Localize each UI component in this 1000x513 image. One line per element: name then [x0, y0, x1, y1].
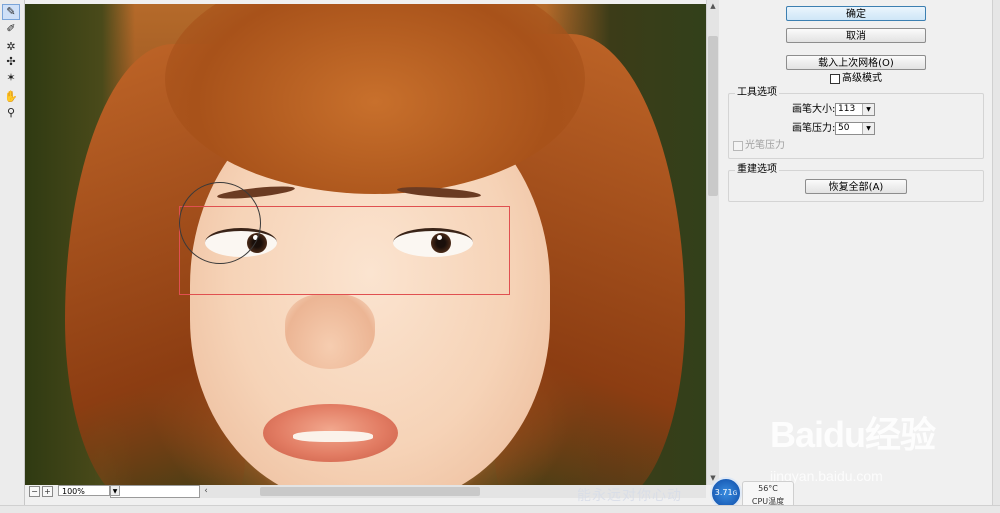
panel-edge	[992, 0, 1000, 505]
preview-canvas[interactable]	[25, 4, 706, 485]
brush-pressure-value: 50	[838, 123, 850, 133]
load-last-mesh-button[interactable]: 载入上次网格(O)	[786, 55, 926, 70]
vertical-scrollbar[interactable]: ▲ ▼	[706, 0, 719, 485]
push-left-tool-icon[interactable]: ✶	[3, 71, 19, 85]
brush-pressure-label: 画笔压力:	[792, 123, 836, 134]
bloat-tool-icon[interactable]: ✣	[3, 55, 19, 69]
gauge-value: 3.71	[714, 488, 733, 497]
brush-size-combo[interactable]: 113 ▼	[835, 103, 875, 116]
cancel-button[interactable]: 取消	[786, 28, 926, 43]
vertical-scroll-thumb[interactable]	[708, 36, 718, 196]
zoom-dropdown-icon[interactable]: ▼	[110, 485, 120, 496]
tool-options-legend: 工具选项	[735, 87, 779, 99]
brush-size-value: 113	[838, 104, 856, 114]
hand-tool-icon[interactable]: ✋	[3, 90, 19, 104]
reconstruct-options-legend: 重建选项	[735, 164, 779, 176]
caption-watermark: 能永远对你心动	[577, 488, 682, 504]
horizontal-scroll-thumb[interactable]	[260, 487, 480, 496]
forward-warp-tool-icon[interactable]: ✎	[2, 4, 20, 20]
zoom-field-box	[110, 485, 200, 498]
zoom-out-button[interactable]: −	[29, 486, 40, 497]
advanced-mode-label: 高级模式	[842, 73, 882, 84]
scroll-up-icon[interactable]: ▲	[707, 0, 719, 12]
stylus-pressure-checkbox[interactable]	[733, 141, 743, 151]
teeth	[293, 431, 373, 442]
brush-pressure-dropdown-icon[interactable]: ▼	[862, 123, 874, 134]
stylus-pressure-label: 光笔压力	[745, 140, 785, 151]
brush-size-dropdown-icon[interactable]: ▼	[862, 104, 874, 115]
baidu-brand-watermark: Baidu经验	[770, 414, 936, 455]
restore-all-button[interactable]: 恢复全部(A)	[805, 179, 907, 194]
tool-strip: ✎ ✐ ✲ ✣ ✶ ✋ ⚲	[0, 0, 25, 512]
pucker-tool-icon[interactable]: ✲	[3, 40, 19, 54]
zoom-in-button[interactable]: +	[42, 486, 53, 497]
cpu-temp-value: 56°C	[758, 484, 778, 493]
scroll-left-icon[interactable]: ‹	[200, 485, 212, 498]
brush-size-label: 画笔大小:	[792, 104, 836, 115]
tool-options-group: 工具选项 画笔大小: 113 ▼ 画笔压力: 50 ▼ 光笔压力	[728, 87, 984, 159]
reconstruct-tool-icon[interactable]: ✐	[3, 22, 19, 36]
zoom-select[interactable]: 100%	[58, 485, 110, 496]
nose	[285, 294, 375, 369]
gauge-unit: G	[732, 490, 738, 497]
brush-cursor-circle	[179, 182, 261, 264]
ok-button[interactable]: 确定	[786, 6, 926, 21]
reconstruct-options-group: 重建选项 恢复全部(A)	[728, 164, 984, 202]
zoom-tool-icon[interactable]: ⚲	[3, 106, 19, 120]
advanced-mode-checkbox[interactable]	[830, 74, 840, 84]
brush-pressure-combo[interactable]: 50 ▼	[835, 122, 875, 135]
